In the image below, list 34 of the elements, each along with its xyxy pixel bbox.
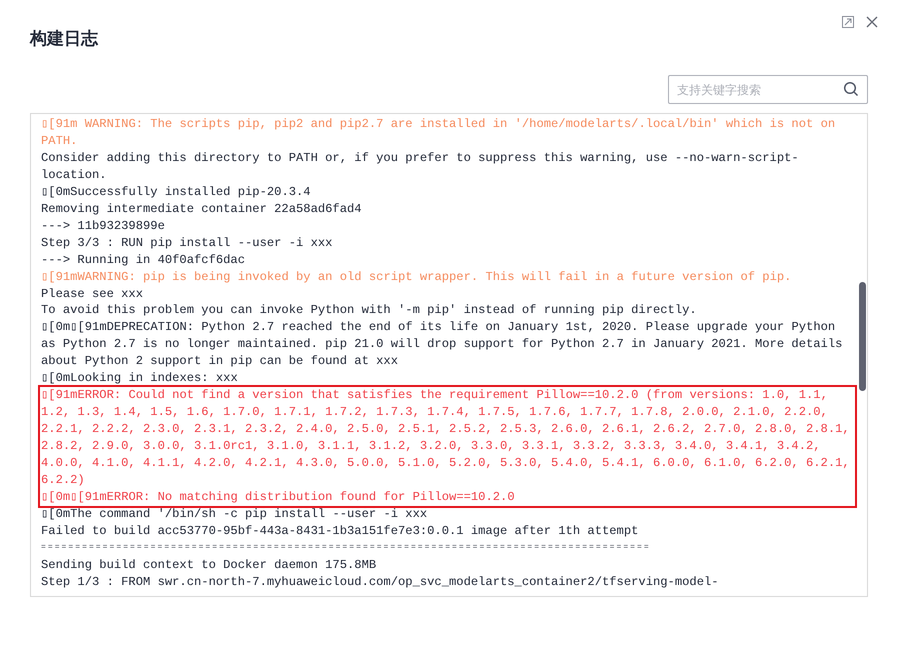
log-line: Consider adding this directory to PATH or, if you prefer to suppress this warning, use --no-warn-script- [41, 150, 800, 167]
log-line: ---> 11b93239899e [41, 218, 166, 235]
dialog-title: 构建日志 [30, 28, 98, 51]
log-line: as Python 2.7 is no longer maintained. pip 21.0 will drop support for Python 2.7 in January 2021. More details [41, 336, 844, 354]
log-line: ▯[91m WARNING: The scripts pip, pip2 and pip2.7 are installed in '/home/modelarts/.local/bin' which is not on [41, 116, 836, 133]
log-line: ▯[0m▯[91mDEPRECATION: Python 2.7 reached the end of its life on January 1st, 2020. Please upgrade your Python [41, 319, 836, 336]
search-field[interactable]: 支持关键字搜索 [668, 75, 868, 104]
log-line: PATH. [41, 132, 78, 150]
log-line: Removing intermediate container 22a58ad6fad4 [41, 200, 363, 218]
log-line: 2.8.2, 2.9.0, 3.0.0, 3.1.0rc1, 3.1.0, 3.1.1, 3.1.2, 3.2.0, 3.3.0, 3.3.1, 3.3.2, 3.3.3, 3.4.0, 3.4.1, 3.4.2, [41, 438, 822, 456]
log-line: Sending build context to Docker daemon 175.8MB [41, 556, 378, 574]
log-line: ▯[0m▯[91mERROR: No matching distribution found for Pillow==10.2.0 [41, 488, 516, 506]
search-icon[interactable] [843, 81, 859, 97]
log-line: Please see xxx [41, 286, 144, 302]
log-line: location. [41, 166, 108, 184]
log-line: about Python 2 support in pip can be found at xxx [41, 353, 399, 370]
log-line: ▯[91mERROR: Could not find a version that satisfies the requirement Pillow==10.2.0 (from versions: 1.0, 1.1, [41, 387, 829, 404]
log-line: 4.0.0, 4.1.0, 4.1.1, 4.2.0, 4.2.1, 4.3.0, 5.0.0, 5.1.0, 5.2.0, 5.3.0, 5.4.0, 5.4.1, 6.0.0, 6.1.0, 6.2.0, 6.2.1, [41, 455, 851, 472]
log-line: Step 1/3 : FROM swr.cn-north-7.myhuaweicloud.com/op_svc_modelarts_container2/tfserving-model- [41, 574, 720, 591]
scrollbar-thumb[interactable] [859, 282, 866, 391]
log-line: ▯[0mLooking in indexes: xxx [41, 370, 239, 388]
log-line: Failed to build acc53770-95bf-443a-8431-1b3a151fe7e3:0.0.1 image after 1th attempt [41, 522, 640, 540]
maximize-icon[interactable] [840, 14, 856, 30]
log-line: ▯[0mThe command '/bin/sh -c pip install --user -i xxx [41, 506, 428, 523]
log-line: Step 3/3 : RUN pip install --user -i xxx [41, 234, 334, 252]
log-line: To avoid this problem you can invoke Python with '-m pip' instead of running pip directly. [41, 302, 698, 320]
separator-line: ========================================================================================= [41, 542, 652, 554]
log-line: 1.2, 1.3, 1.4, 1.5, 1.6, 1.7.0, 1.7.1, 1.7.2, 1.7.3, 1.7.4, 1.7.5, 1.7.6, 1.7.7, 1.7.8, 2.0.0, 2.1.0, 2.2.0, [41, 404, 829, 422]
log-line: ---> Running in 40f0afcf6dac [41, 252, 246, 269]
close-icon[interactable] [864, 14, 880, 30]
log-line: 6.2.2) [41, 472, 86, 489]
log-line: 2.2.1, 2.2.2, 2.3.0, 2.3.1, 2.3.2, 2.4.0, 2.5.0, 2.5.1, 2.5.2, 2.5.3, 2.6.0, 2.6.1, 2.6.2, 2.7.0, 2.8.0, 2.8.1, [41, 421, 851, 438]
log-line: ▯[91mWARNING: pip is being invoked by an old script wrapper. This will fail in a future version of pip. [41, 268, 792, 286]
log-line: ▯[0mSuccessfully installed pip-20.3.4 [41, 184, 312, 201]
